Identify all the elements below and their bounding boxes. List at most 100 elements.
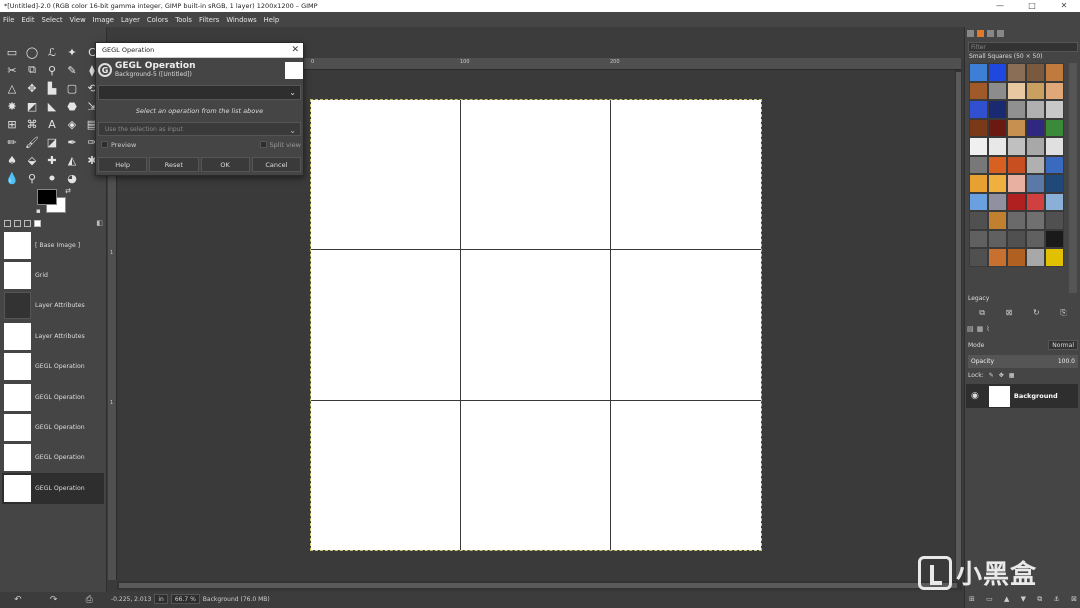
- pattern-swatch[interactable]: [1045, 118, 1064, 137]
- pattern-swatch[interactable]: [1045, 155, 1064, 174]
- new-layer-icon[interactable]: ⊞: [969, 595, 975, 604]
- duplicate-layer-icon[interactable]: ⧉: [1037, 595, 1042, 604]
- pattern-swatch[interactable]: [1045, 100, 1064, 119]
- cancel-button[interactable]: Cancel: [251, 157, 301, 172]
- raise-layer-icon[interactable]: ▲: [1004, 595, 1009, 604]
- zoom-select[interactable]: 66.7 %: [170, 594, 200, 604]
- new-group-icon[interactable]: ▭: [986, 595, 993, 604]
- pattern-swatch[interactable]: [1026, 118, 1045, 137]
- menu-tools[interactable]: Tools: [175, 16, 192, 24]
- channels-tab-icon[interactable]: ▦: [977, 325, 984, 333]
- pattern-swatch[interactable]: [1007, 81, 1026, 100]
- delete-layer-icon[interactable]: ⊠: [1071, 595, 1077, 604]
- pattern-swatch[interactable]: [1026, 211, 1045, 230]
- unit-select[interactable]: in: [154, 594, 168, 604]
- scissors-icon[interactable]: ⧉: [22, 61, 42, 79]
- pattern-swatch[interactable]: [1026, 100, 1045, 119]
- eraser-icon[interactable]: ◪: [42, 133, 62, 151]
- pattern-swatch[interactable]: [988, 248, 1007, 267]
- pattern-swatch[interactable]: [1026, 248, 1045, 267]
- pattern-swatch[interactable]: [1026, 229, 1045, 248]
- pattern-swatch[interactable]: [988, 137, 1007, 156]
- scrollbar-thumb[interactable]: [956, 72, 961, 577]
- open-pattern-icon[interactable]: ⎘: [1060, 308, 1066, 318]
- pattern-swatch[interactable]: [1045, 174, 1064, 193]
- paths-tab-icon[interactable]: ⌇: [986, 325, 989, 333]
- pattern-swatch[interactable]: [1045, 248, 1064, 267]
- clear-history-icon[interactable]: ⎙: [86, 595, 93, 605]
- split-view-checkbox[interactable]: Split view: [259, 141, 301, 149]
- dialog-titlebar[interactable]: GEGL Operation ✕: [96, 43, 303, 58]
- move-icon[interactable]: ✥: [22, 79, 42, 97]
- pattern-swatch[interactable]: [1045, 211, 1064, 230]
- help-button[interactable]: Help: [98, 157, 148, 172]
- patterns-scrollbar[interactable]: [1069, 63, 1077, 293]
- paintbrush-icon[interactable]: 🖌: [22, 133, 42, 151]
- smudge-icon[interactable]: ⚲: [22, 169, 42, 187]
- scrollbar-thumb[interactable]: [119, 583, 957, 588]
- pattern-swatch[interactable]: [988, 63, 1007, 82]
- images-tab-icon[interactable]: [34, 219, 41, 227]
- foreground-color-swatch[interactable]: [37, 189, 57, 205]
- input-select[interactable]: Use the selection as input ⌄: [98, 122, 301, 136]
- vertical-scrollbar[interactable]: [955, 70, 962, 580]
- warp-icon[interactable]: ✸: [2, 97, 22, 115]
- close-button[interactable]: ✕: [1048, 0, 1080, 12]
- maximize-button[interactable]: □: [1016, 0, 1048, 12]
- pattern-swatch[interactable]: [1045, 137, 1064, 156]
- pattern-swatch[interactable]: [969, 192, 988, 211]
- undo-history-item[interactable]: Grid: [2, 260, 104, 290]
- undo-history-item[interactable]: Layer Attributes: [2, 291, 104, 321]
- bucket-fill-icon[interactable]: ◈: [62, 115, 82, 133]
- layer-row[interactable]: ◉ Background: [966, 384, 1078, 408]
- zoom-icon[interactable]: △: [2, 79, 22, 97]
- documents-tab-icon[interactable]: [997, 30, 1004, 37]
- tool-options-tab-icon[interactable]: [4, 219, 11, 227]
- menu-image[interactable]: Image: [93, 16, 114, 24]
- pattern-swatch[interactable]: [1026, 81, 1045, 100]
- ellipse-select-icon[interactable]: ◯: [22, 43, 42, 61]
- perspective-clone-icon[interactable]: ◭: [62, 151, 82, 169]
- pattern-swatch[interactable]: [988, 192, 1007, 211]
- pattern-swatch[interactable]: [988, 81, 1007, 100]
- pattern-swatch[interactable]: [1007, 63, 1026, 82]
- pattern-swatch[interactable]: [988, 100, 1007, 119]
- menu-windows[interactable]: Windows: [226, 16, 256, 24]
- crop-icon[interactable]: ✂: [2, 61, 22, 79]
- menu-layer[interactable]: Layer: [121, 16, 140, 24]
- lock-pixels-icon[interactable]: ✎: [989, 372, 994, 379]
- pencil-icon[interactable]: ✏: [2, 133, 22, 151]
- pattern-swatch[interactable]: [969, 174, 988, 193]
- lock-position-icon[interactable]: ✥: [999, 372, 1004, 379]
- pattern-swatch[interactable]: [1026, 137, 1045, 156]
- pattern-swatch[interactable]: [969, 137, 988, 156]
- lower-layer-icon[interactable]: ▼: [1021, 595, 1026, 604]
- undo-history-item[interactable]: GEGL Operation: [2, 382, 104, 412]
- pattern-swatch[interactable]: [1007, 100, 1026, 119]
- pattern-swatch[interactable]: [1026, 155, 1045, 174]
- handle-transform-icon[interactable]: ⌘: [22, 115, 42, 133]
- perspective-icon[interactable]: ◣: [42, 97, 62, 115]
- operation-select[interactable]: ⌄: [98, 85, 301, 100]
- visibility-eye-icon[interactable]: ◉: [971, 391, 979, 401]
- pattern-swatch[interactable]: [969, 63, 988, 82]
- menu-file[interactable]: File: [3, 16, 14, 24]
- free-select-icon[interactable]: ℒ: [42, 43, 62, 61]
- fonts-tab-icon[interactable]: [987, 30, 994, 37]
- redo-icon[interactable]: ↷: [50, 595, 58, 605]
- undo-history-item[interactable]: GEGL Operation: [2, 352, 104, 382]
- pattern-swatch[interactable]: [1007, 248, 1026, 267]
- delete-pattern-icon[interactable]: ⊠: [1006, 308, 1013, 318]
- opacity-slider[interactable]: Opacity 100.0: [968, 355, 1078, 368]
- warp-transform-icon[interactable]: ◕: [62, 169, 82, 187]
- undo-history-item[interactable]: Layer Attributes: [2, 321, 104, 351]
- pattern-swatch[interactable]: [969, 81, 988, 100]
- undo-icon[interactable]: ↶: [14, 595, 22, 605]
- menu-edit[interactable]: Edit: [21, 16, 34, 24]
- dodge-burn-icon[interactable]: 💧: [2, 169, 22, 187]
- pattern-swatch[interactable]: [969, 211, 988, 230]
- pattern-swatch[interactable]: [1045, 192, 1064, 211]
- image-canvas[interactable]: [310, 99, 762, 551]
- pattern-swatch[interactable]: [1026, 192, 1045, 211]
- pattern-preset-select[interactable]: Legacy: [968, 295, 1078, 305]
